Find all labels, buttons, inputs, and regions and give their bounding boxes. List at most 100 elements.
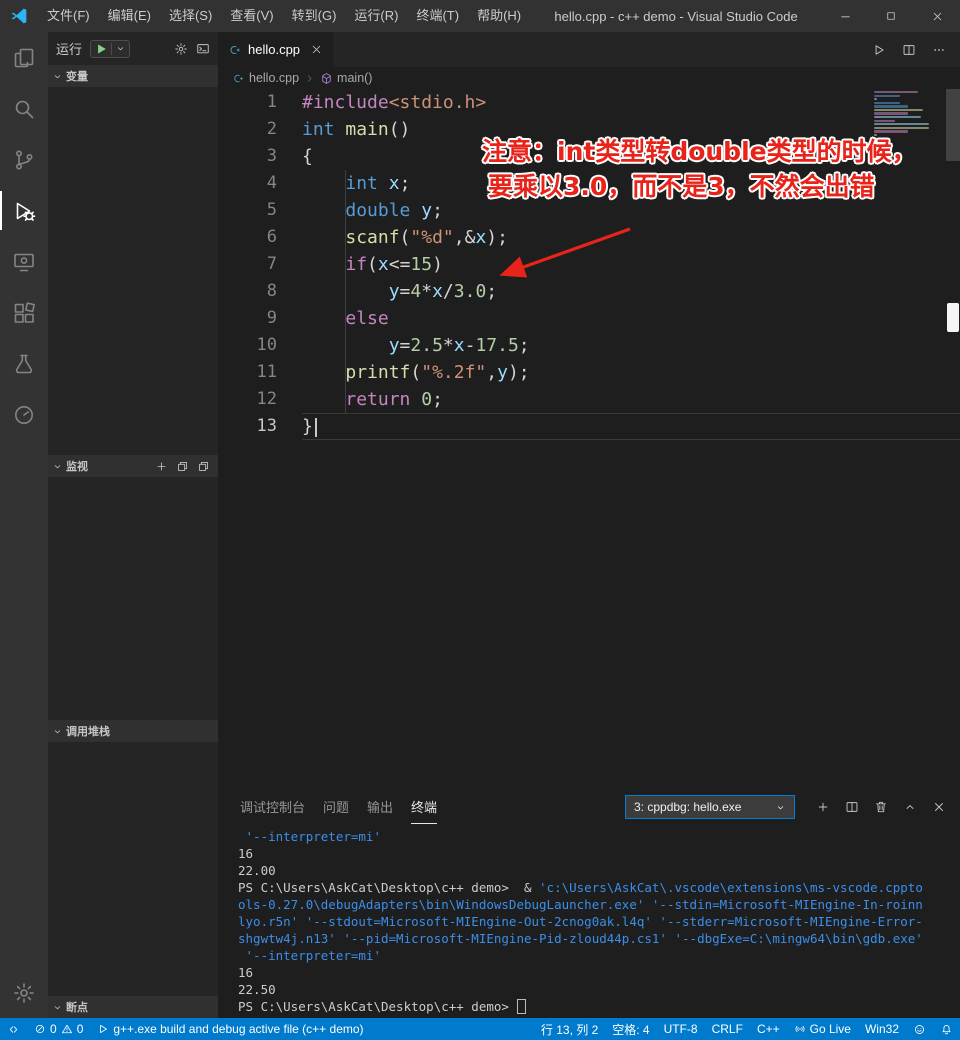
code-token: ; [432,200,443,221]
minimap[interactable] [874,91,940,137]
platform-status[interactable]: Win32 [858,1018,906,1040]
gear-icon [12,981,36,1005]
editor-scrollbar[interactable] [946,89,960,790]
task-label: g++.exe build and debug active file (c++… [113,1022,364,1036]
collapse-all-icon[interactable] [176,460,189,473]
activity-item-gear[interactable] [0,967,48,1018]
line-number: 8 [266,281,277,301]
feedback-status[interactable] [906,1018,933,1040]
panel-tab[interactable]: 问题 [323,790,349,824]
close-panel-icon[interactable] [932,800,946,814]
tab-hello-cpp[interactable]: hello.cpp [218,32,334,67]
code-line[interactable]: 9 else [218,305,960,332]
code-token: x [453,335,465,356]
run-file-icon[interactable] [872,43,886,57]
panel-tab[interactable]: 终端 [411,790,438,824]
language-mode-status[interactable]: C++ [750,1018,787,1040]
code-token: scanf [345,227,400,248]
code-line[interactable]: 10 y=2.5*x-17.5; [218,332,960,359]
panel-tab[interactable]: 输出 [367,790,393,824]
split-editor-icon[interactable] [902,43,916,57]
go-live-status[interactable]: Go Live [787,1018,858,1040]
new-terminal-icon[interactable] [816,800,830,814]
kill-terminal-icon[interactable] [874,800,888,814]
debug-console-icon[interactable] [196,42,210,56]
activity-item-remote-explorer[interactable] [0,236,48,287]
more-actions-icon[interactable] [932,43,946,57]
minimap-line [874,98,877,101]
add-watch-icon[interactable] [155,460,168,473]
minimap-line [874,130,908,133]
terminal-line: PS C:\Users\AskCat\Desktop\c++ demo> & '… [238,879,960,896]
code-token: ); [507,362,530,383]
close-window-button[interactable] [914,0,960,32]
source-control-icon [12,148,36,172]
section-header-call-stack[interactable]: 调用堆栈 [48,720,218,742]
code-token: * [421,281,433,302]
maximize-panel-icon[interactable] [903,800,917,814]
code-line[interactable]: 11 printf("%.2f",y); [218,359,960,386]
notifications-status[interactable] [933,1018,960,1040]
build-task-status[interactable]: g++.exe build and debug active file (c++… [90,1018,370,1040]
menu-item[interactable]: 转到(G) [283,0,346,32]
panel-actions: 3: cppdbg: hello.exe [625,795,946,819]
cursor-position-status[interactable]: 行 13, 列 2 [534,1018,605,1040]
encoding-status[interactable]: UTF-8 [657,1018,705,1040]
maximize-button[interactable] [868,0,914,32]
gear-icon[interactable] [174,42,188,56]
code-editor[interactable]: 1 #include<stdio.h> 2 int main() 3{4 int x; 5… [218,89,960,790]
code-line[interactable]: 13} [218,413,960,440]
remote-indicator[interactable] [0,1018,27,1040]
breadcrumb-symbol[interactable]: main() [320,71,372,85]
menu-item[interactable]: 文件(F) [38,0,99,32]
activity-item-extensions[interactable] [0,287,48,338]
menu-item[interactable]: 终端(T) [407,0,468,32]
terminal-token: 16 [238,965,254,980]
code-token: main [345,119,389,140]
split-terminal-icon[interactable] [845,800,859,814]
indentation-status[interactable]: 空格: 4 [605,1018,656,1040]
play-icon [97,1023,109,1035]
menu-item[interactable]: 查看(V) [221,0,282,32]
line-number: 11 [256,362,277,382]
activity-item-run-debug[interactable] [0,185,48,236]
eol-status[interactable]: CRLF [705,1018,750,1040]
activity-item-source-control[interactable] [0,134,48,185]
divider [111,42,113,55]
vscode-logo-icon [0,6,38,26]
code-token: - [464,335,476,356]
activity-item-search[interactable] [0,83,48,134]
scrollbar-thumb[interactable] [946,89,960,161]
duplicate-icon[interactable] [197,460,210,473]
activity-item-files[interactable] [0,32,48,83]
code-token: x [432,281,443,302]
code-token: y [388,335,400,356]
terminal-selector[interactable]: 3: cppdbg: hello.exe [625,795,795,819]
start-debugging-button[interactable] [90,39,131,58]
menu-item[interactable]: 编辑(E) [99,0,160,32]
code-token: x [377,254,389,275]
menu-item[interactable]: 选择(S) [160,0,221,32]
terminal-line: 22.00 [238,862,960,879]
panel-tab[interactable]: 调试控制台 [240,790,305,824]
breadcrumb-file[interactable]: hello.cpp [232,71,299,85]
section-label: 调用堆栈 [66,726,110,738]
code-line[interactable]: 1 #include<stdio.h> [218,89,960,116]
close-tab-icon[interactable] [310,43,323,56]
code-line[interactable]: 12 return 0; [218,386,960,413]
line-number: 13 [256,416,277,436]
activity-item-circle-arrow[interactable] [0,389,48,440]
activity-item-test[interactable] [0,338,48,389]
section-header-watch[interactable]: 监视 [48,455,218,477]
minimap-line [874,112,908,115]
terminal[interactable]: '--interpreter=mi' 16 22.00 PS C:\Users\As… [218,824,960,1018]
terminal-token: ols-0.27.0\debugAdapters\bin\WindowsDebu… [238,897,923,912]
menu-item[interactable]: 运行(R) [345,0,407,32]
section-header-breakpoints[interactable]: 断点 [48,996,218,1018]
section-header-variables[interactable]: 变量 [48,65,218,87]
problems-status[interactable]: 0 0 [27,1018,90,1040]
menu-item[interactable]: 帮助(H) [468,0,530,32]
broadcast-icon [794,1023,806,1035]
minimize-button[interactable] [822,0,868,32]
